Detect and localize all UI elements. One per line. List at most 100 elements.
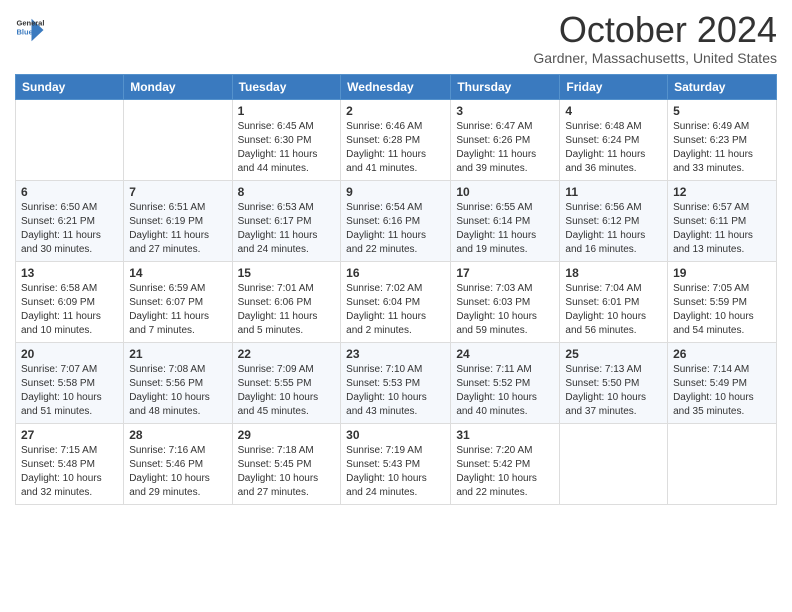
day-number: 26 — [673, 347, 771, 361]
header: General Blue October 2024 Gardner, Massa… — [15, 10, 777, 66]
calendar-day-cell: 1 Sunrise: 6:45 AMSunset: 6:30 PMDaylight… — [232, 99, 341, 180]
day-info: Sunrise: 7:05 AMSunset: 5:59 PMDaylight:… — [673, 282, 771, 338]
day-info: Sunrise: 7:07 AMSunset: 5:58 PMDaylight:… — [21, 363, 118, 419]
day-info: Sunrise: 6:45 AMSunset: 6:30 PMDaylight:… — [238, 120, 336, 176]
day-number: 23 — [346, 347, 445, 361]
calendar-day-cell: 18 Sunrise: 7:04 AMSunset: 6:01 PMDayligh… — [560, 261, 668, 342]
header-thursday: Thursday — [451, 74, 560, 99]
calendar-day-cell: 20 Sunrise: 7:07 AMSunset: 5:58 PMDayligh… — [16, 342, 124, 423]
calendar-day-cell: 26 Sunrise: 7:14 AMSunset: 5:49 PMDayligh… — [668, 342, 777, 423]
calendar-day-cell: 17Sunrise: 7:03 AMSunset: 6:03 PMDayligh… — [451, 261, 560, 342]
calendar-day-cell: 4 Sunrise: 6:48 AMSunset: 6:24 PMDaylight… — [560, 99, 668, 180]
calendar-week-row: 6 Sunrise: 6:50 AMSunset: 6:21 PMDaylight… — [16, 180, 777, 261]
day-number: 1 — [238, 104, 336, 118]
title-block: October 2024 Gardner, Massachusetts, Uni… — [533, 10, 777, 66]
calendar-day-cell — [124, 99, 232, 180]
calendar-day-cell: 16Sunrise: 7:02 AMSunset: 6:04 PMDayligh… — [341, 261, 451, 342]
day-info: Sunrise: 7:18 AMSunset: 5:45 PMDaylight:… — [238, 444, 336, 500]
calendar-day-cell: 12 Sunrise: 6:57 AMSunset: 6:11 PMDayligh… — [668, 180, 777, 261]
day-info: Sunrise: 6:56 AMSunset: 6:12 PMDaylight:… — [565, 201, 662, 257]
header-sunday: Sunday — [16, 74, 124, 99]
logo: General Blue — [15, 15, 49, 45]
calendar-day-cell: 2 Sunrise: 6:46 AMSunset: 6:28 PMDaylight… — [341, 99, 451, 180]
day-info: Sunrise: 7:08 AMSunset: 5:56 PMDaylight:… — [129, 363, 226, 419]
day-number: 27 — [21, 428, 118, 442]
day-info: Sunrise: 7:04 AMSunset: 6:01 PMDaylight:… — [565, 282, 662, 338]
calendar-day-cell: 25Sunrise: 7:13 AMSunset: 5:50 PMDayligh… — [560, 342, 668, 423]
day-number: 21 — [129, 347, 226, 361]
calendar-day-cell: 23 Sunrise: 7:10 AMSunset: 5:53 PMDayligh… — [341, 342, 451, 423]
calendar-week-row: 27 Sunrise: 7:15 AMSunset: 5:48 PMDayligh… — [16, 423, 777, 504]
calendar-day-cell: 10Sunrise: 6:55 AMSunset: 6:14 PMDayligh… — [451, 180, 560, 261]
day-number: 5 — [673, 104, 771, 118]
calendar-table: Sunday Monday Tuesday Wednesday Thursday… — [15, 74, 777, 505]
location-title: Gardner, Massachusetts, United States — [533, 50, 777, 66]
logo-icon: General Blue — [15, 15, 45, 45]
day-number: 16 — [346, 266, 445, 280]
calendar-day-cell: 28Sunrise: 7:16 AMSunset: 5:46 PMDayligh… — [124, 423, 232, 504]
calendar-week-row: 13Sunrise: 6:58 AMSunset: 6:09 PMDayligh… — [16, 261, 777, 342]
day-info: Sunrise: 6:54 AMSunset: 6:16 PMDaylight:… — [346, 201, 445, 257]
day-number: 24 — [456, 347, 554, 361]
calendar-day-cell — [560, 423, 668, 504]
day-info: Sunrise: 7:01 AMSunset: 6:06 PMDaylight:… — [238, 282, 336, 338]
calendar-day-cell: 15 Sunrise: 7:01 AMSunset: 6:06 PMDayligh… — [232, 261, 341, 342]
day-number: 10 — [456, 185, 554, 199]
header-wednesday: Wednesday — [341, 74, 451, 99]
calendar-day-cell — [668, 423, 777, 504]
page: General Blue October 2024 Gardner, Massa… — [0, 0, 792, 612]
header-tuesday: Tuesday — [232, 74, 341, 99]
calendar-day-cell — [16, 99, 124, 180]
day-info: Sunrise: 7:09 AMSunset: 5:55 PMDaylight:… — [238, 363, 336, 419]
day-number: 14 — [129, 266, 226, 280]
day-info: Sunrise: 7:11 AMSunset: 5:52 PMDaylight:… — [456, 363, 554, 419]
day-number: 8 — [238, 185, 336, 199]
day-info: Sunrise: 6:57 AMSunset: 6:11 PMDaylight:… — [673, 201, 771, 257]
day-info: Sunrise: 6:47 AMSunset: 6:26 PMDaylight:… — [456, 120, 554, 176]
day-info: Sunrise: 7:03 AMSunset: 6:03 PMDaylight:… — [456, 282, 554, 338]
calendar-day-cell: 6 Sunrise: 6:50 AMSunset: 6:21 PMDaylight… — [16, 180, 124, 261]
calendar-day-cell: 31 Sunrise: 7:20 AMSunset: 5:42 PMDayligh… — [451, 423, 560, 504]
day-info: Sunrise: 6:48 AMSunset: 6:24 PMDaylight:… — [565, 120, 662, 176]
day-number: 28 — [129, 428, 226, 442]
calendar-day-cell: 5Sunrise: 6:49 AMSunset: 6:23 PMDaylight… — [668, 99, 777, 180]
calendar-day-cell: 27 Sunrise: 7:15 AMSunset: 5:48 PMDayligh… — [16, 423, 124, 504]
day-number: 31 — [456, 428, 554, 442]
day-number: 15 — [238, 266, 336, 280]
calendar-day-cell: 13Sunrise: 6:58 AMSunset: 6:09 PMDayligh… — [16, 261, 124, 342]
calendar-day-cell: 22 Sunrise: 7:09 AMSunset: 5:55 PMDayligh… — [232, 342, 341, 423]
month-title: October 2024 — [533, 10, 777, 50]
day-number: 19 — [673, 266, 771, 280]
day-number: 25 — [565, 347, 662, 361]
day-info: Sunrise: 7:15 AMSunset: 5:48 PMDaylight:… — [21, 444, 118, 500]
calendar-day-cell: 9Sunrise: 6:54 AMSunset: 6:16 PMDaylight… — [341, 180, 451, 261]
header-saturday: Saturday — [668, 74, 777, 99]
day-number: 6 — [21, 185, 118, 199]
calendar-day-cell: 19 Sunrise: 7:05 AMSunset: 5:59 PMDayligh… — [668, 261, 777, 342]
svg-text:General: General — [17, 19, 45, 28]
day-number: 3 — [456, 104, 554, 118]
day-info: Sunrise: 6:46 AMSunset: 6:28 PMDaylight:… — [346, 120, 445, 176]
day-number: 12 — [673, 185, 771, 199]
day-info: Sunrise: 6:53 AMSunset: 6:17 PMDaylight:… — [238, 201, 336, 257]
calendar-day-cell: 7Sunrise: 6:51 AMSunset: 6:19 PMDaylight… — [124, 180, 232, 261]
day-number: 30 — [346, 428, 445, 442]
day-number: 13 — [21, 266, 118, 280]
day-info: Sunrise: 7:20 AMSunset: 5:42 PMDaylight:… — [456, 444, 554, 500]
calendar-day-cell: 14Sunrise: 6:59 AMSunset: 6:07 PMDayligh… — [124, 261, 232, 342]
day-info: Sunrise: 7:19 AMSunset: 5:43 PMDaylight:… — [346, 444, 445, 500]
day-info: Sunrise: 6:50 AMSunset: 6:21 PMDaylight:… — [21, 201, 118, 257]
calendar-day-cell: 24 Sunrise: 7:11 AMSunset: 5:52 PMDayligh… — [451, 342, 560, 423]
day-number: 4 — [565, 104, 662, 118]
day-number: 18 — [565, 266, 662, 280]
day-number: 29 — [238, 428, 336, 442]
day-number: 22 — [238, 347, 336, 361]
day-number: 2 — [346, 104, 445, 118]
header-monday: Monday — [124, 74, 232, 99]
day-number: 20 — [21, 347, 118, 361]
weekday-header-row: Sunday Monday Tuesday Wednesday Thursday… — [16, 74, 777, 99]
day-info: Sunrise: 7:14 AMSunset: 5:49 PMDaylight:… — [673, 363, 771, 419]
calendar-day-cell: 21 Sunrise: 7:08 AMSunset: 5:56 PMDayligh… — [124, 342, 232, 423]
calendar-day-cell: 8 Sunrise: 6:53 AMSunset: 6:17 PMDaylight… — [232, 180, 341, 261]
day-info: Sunrise: 7:10 AMSunset: 5:53 PMDaylight:… — [346, 363, 445, 419]
